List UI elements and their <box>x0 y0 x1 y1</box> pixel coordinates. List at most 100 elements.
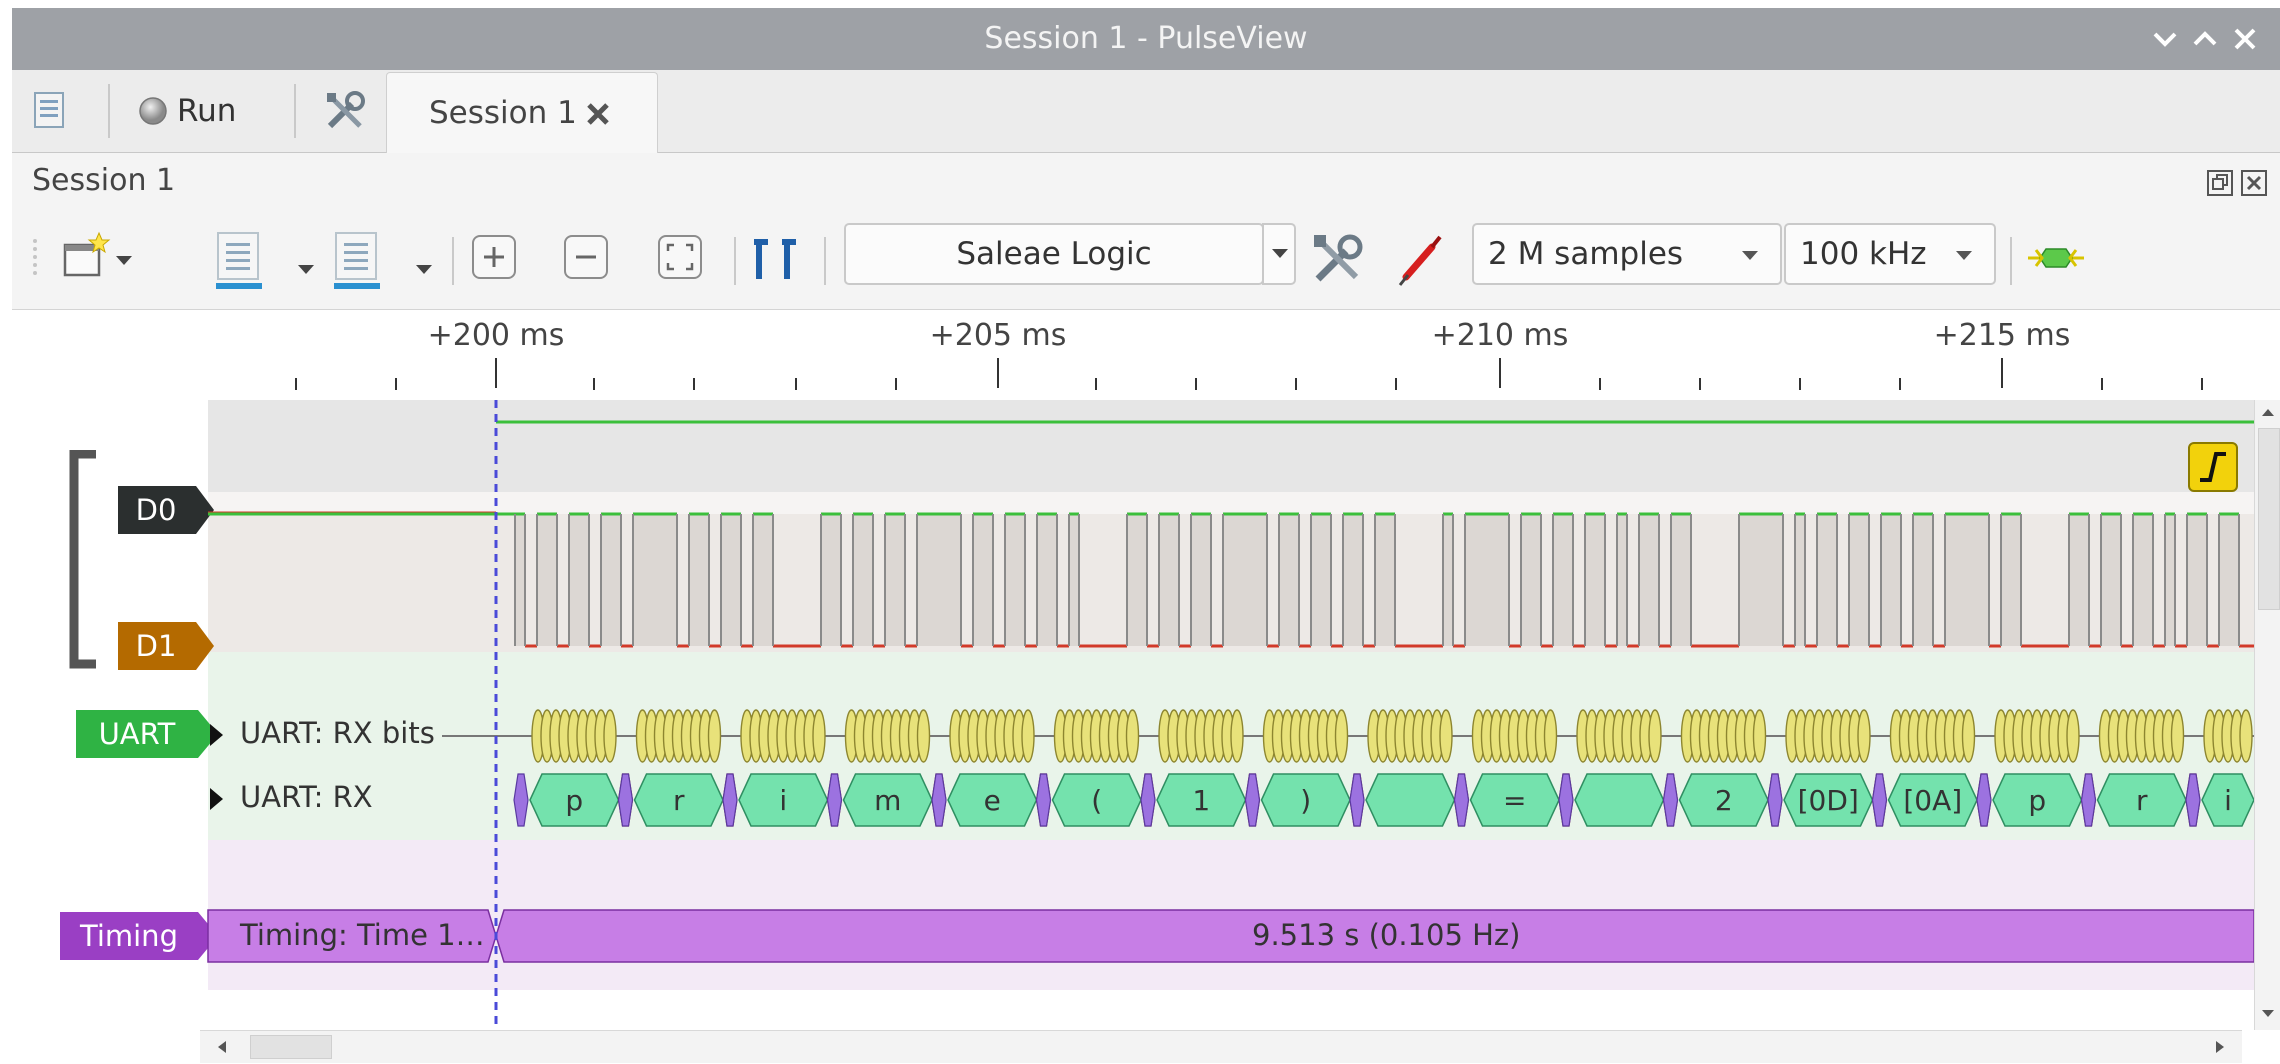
device-config-button[interactable] <box>1308 229 1370 289</box>
scroll-down-icon[interactable] <box>2255 1000 2280 1026</box>
ruler-label: +215 ms <box>1933 318 2071 353</box>
horizontal-scrollbar[interactable] <box>200 1030 2242 1063</box>
close-window-icon[interactable] <box>2228 22 2262 56</box>
zoom-fit-button[interactable] <box>658 235 702 279</box>
d1-high-fill <box>1639 514 1659 646</box>
d1-high-fill <box>2187 514 2207 646</box>
rx-start-bit <box>2185 773 2201 827</box>
zoom-in-icon <box>484 247 504 267</box>
wrench-screwdriver-icon <box>1314 234 1363 282</box>
rx-data-text: i <box>779 784 787 817</box>
ruler-minor-tick <box>1899 378 1901 390</box>
main-tabbar: Run Session 1 <box>12 70 2280 154</box>
ruler-minor-tick <box>1195 378 1197 390</box>
rx-data-text: p <box>2028 784 2046 817</box>
device-dropdown-button[interactable] <box>1262 223 1296 285</box>
horizontal-scroll-thumb[interactable] <box>250 1035 332 1059</box>
d1-high-fill <box>1005 514 1025 646</box>
rx-data-text: 2 <box>1715 784 1733 817</box>
add-decoder-button[interactable] <box>2026 235 2086 281</box>
scroll-left-icon[interactable] <box>210 1035 234 1059</box>
d1-high-fill <box>569 514 589 646</box>
toolbar-grip-icon <box>33 239 37 275</box>
d1-high-fill <box>1817 514 1837 646</box>
rx-data-text: m <box>874 784 901 817</box>
vertical-scroll-thumb[interactable] <box>2258 428 2280 610</box>
tools-icon <box>327 91 365 129</box>
document-menu-button[interactable] <box>32 70 66 152</box>
close-dock-icon[interactable] <box>2240 169 2268 197</box>
ruler-minor-tick <box>895 378 897 390</box>
close-tab-icon[interactable] <box>585 101 611 127</box>
d1-high-fill <box>2133 514 2153 646</box>
sample-rate-select[interactable]: 100 kHz <box>1784 223 1996 285</box>
sample-count-select[interactable]: 2 M samples <box>1472 223 1782 285</box>
rx-bit-mark <box>2066 709 2080 763</box>
sample-rate-value: 100 kHz <box>1800 236 1927 272</box>
ruler-major-tick <box>1499 358 1501 388</box>
rx-start-bit <box>931 773 947 827</box>
ruler-minor-tick <box>395 378 397 390</box>
channels-probe-button[interactable] <box>1392 229 1452 289</box>
probe-icon <box>1398 235 1442 286</box>
rx-start-bit <box>2080 773 2097 827</box>
run-label: Run <box>177 93 237 129</box>
rx-data-text: e <box>984 784 1001 817</box>
float-dock-icon[interactable] <box>2206 169 2234 197</box>
tab-session-1[interactable]: Session 1 <box>386 72 658 154</box>
zoom-in-button[interactable] <box>472 235 516 279</box>
show-cursors-button[interactable] <box>748 231 808 287</box>
d1-high-fill <box>1159 514 1179 646</box>
d1-high-fill <box>1311 514 1331 646</box>
zoom-fit-icon <box>666 243 694 271</box>
rx-data-text: [0D] <box>1798 784 1859 817</box>
rx-start-bit <box>1140 773 1156 827</box>
scroll-up-icon[interactable] <box>2255 400 2280 426</box>
rx-start-bit <box>722 773 738 827</box>
ruler-label: +205 ms <box>929 318 1067 353</box>
open-button[interactable] <box>214 227 314 291</box>
rx-start-bit <box>1871 773 1888 827</box>
ruler-minor-tick <box>795 378 797 390</box>
rx-data-text: 1 <box>1192 784 1210 817</box>
document-icon <box>34 92 64 128</box>
rx-bit-mark <box>2239 709 2253 763</box>
d1-high-fill <box>1127 514 1147 646</box>
save-button[interactable] <box>332 227 432 291</box>
rx-start-bit <box>1349 773 1365 827</box>
d1-high-fill <box>2219 514 2239 646</box>
trigger-rising-edge-icon[interactable] <box>2188 442 2238 492</box>
d1-high-fill <box>1375 514 1395 646</box>
trace-view[interactable]: D0 D1 UART Timing UART: RX bits UART: RX… <box>12 400 2280 1030</box>
session-dock-header: Session 1 <box>12 153 2280 209</box>
device-select[interactable]: Saleae Logic <box>844 223 1264 285</box>
vertical-scrollbar[interactable] <box>2254 400 2280 1030</box>
maximize-icon[interactable] <box>2188 22 2222 56</box>
d1-high-fill <box>1585 514 1605 646</box>
rx-data-text: = <box>1503 784 1526 817</box>
d1-high-fill <box>1553 514 1573 646</box>
d1-high-fill <box>633 514 677 646</box>
rx-data-text: r <box>673 784 685 817</box>
d1-high-fill <box>1849 514 1869 646</box>
ruler-minor-tick <box>1799 378 1801 390</box>
d1-high-fill <box>917 514 961 646</box>
settings-tools-button[interactable] <box>322 70 368 152</box>
ruler-minor-tick <box>295 378 297 390</box>
run-button[interactable]: Run <box>137 70 236 152</box>
rx-bit-mark <box>1439 709 1453 763</box>
rx-data-text: ) <box>1300 784 1311 817</box>
scroll-right-icon[interactable] <box>2208 1035 2232 1059</box>
d1-high-fill <box>2101 514 2121 646</box>
time-ruler[interactable]: +200 ms +205 ms +210 ms +215 ms <box>12 310 2280 400</box>
ruler-major-tick <box>997 358 999 388</box>
open-file-icon <box>216 232 262 289</box>
minimize-icon[interactable] <box>2148 22 2182 56</box>
d1-high-fill <box>1443 514 1453 646</box>
d1-high-fill <box>1913 514 1933 646</box>
new-view-button[interactable] <box>62 229 132 289</box>
zoom-out-button[interactable] <box>564 235 608 279</box>
d1-high-fill <box>1739 514 1783 646</box>
rx-bit-mark <box>1021 709 1035 763</box>
cursor-markers-icon <box>754 239 796 279</box>
